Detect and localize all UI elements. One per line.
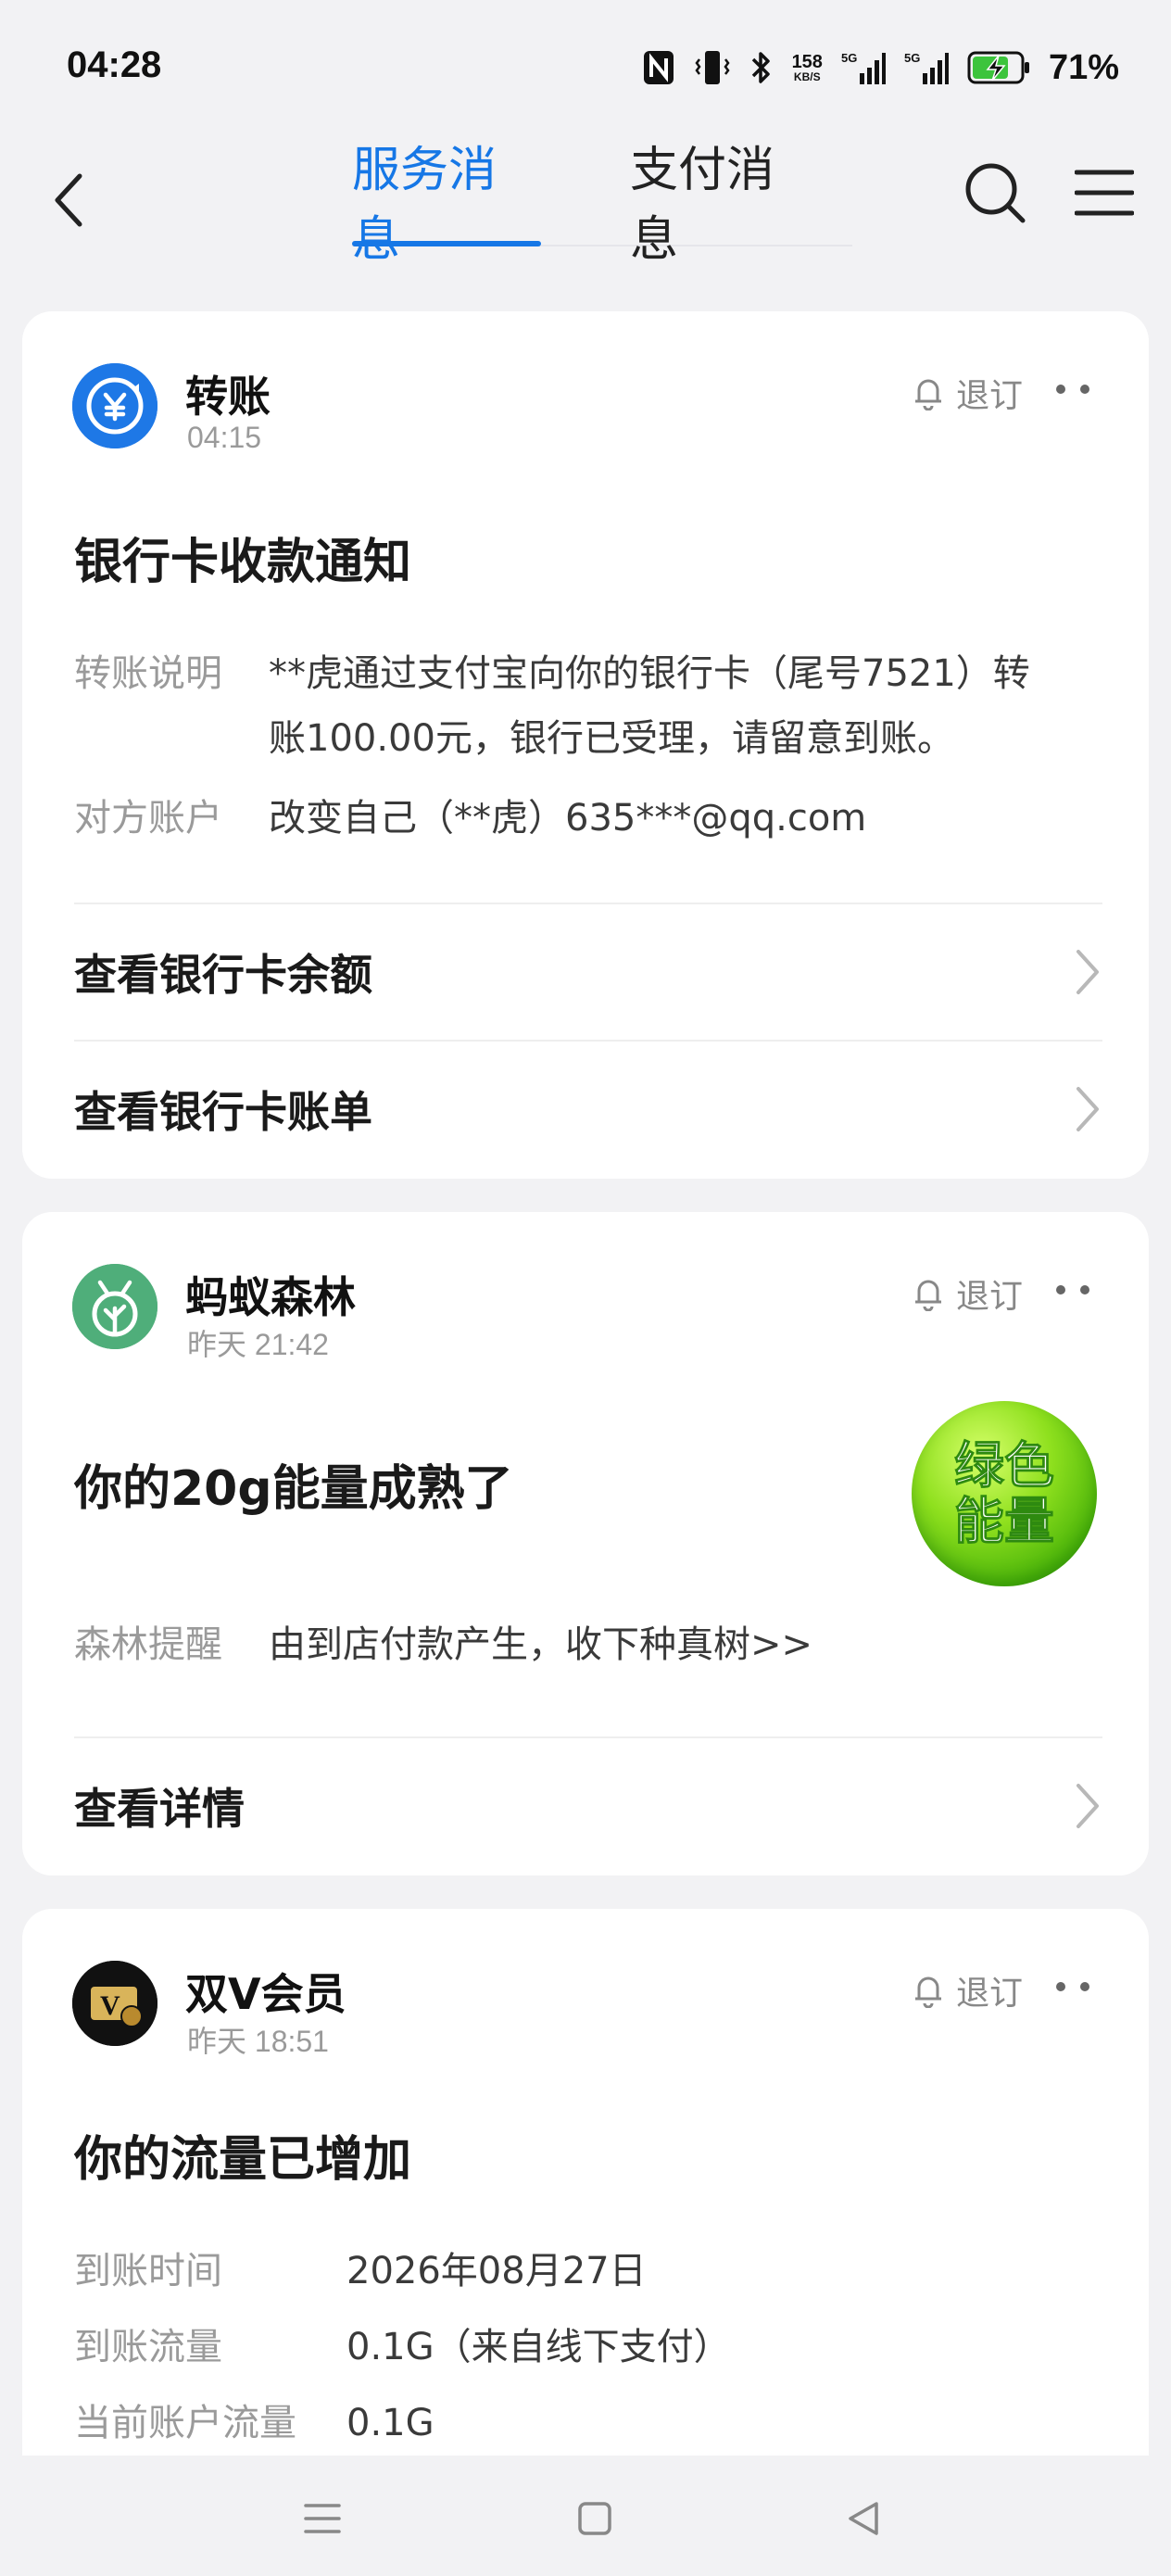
service-name: 双V会员 [185,1969,346,2019]
more-options-icon[interactable] [1045,1281,1101,1299]
message-title: 你的流量已增加 [74,2132,412,2188]
detail-key: 到账时间 [74,2250,222,2292]
detail-value: **虎通过支付宝向你的银行卡（尾号7521）转 账100.00元，银行已受理，请… [269,641,1030,771]
view-card-statement-link[interactable]: 查看银行卡账单 [74,1042,1102,1177]
card-header: V 双V会员 昨天 18:51 退订 [72,1961,1101,2058]
more-options-icon[interactable] [1045,380,1101,398]
unsubscribe-button[interactable]: 退订 [912,1966,1023,2014]
unsubscribe-button[interactable]: 退订 [912,369,1023,417]
detail-value: 0.1G [346,2402,434,2444]
detail-key: 当前账户流量 [74,2402,296,2444]
svg-text:5G: 5G [904,51,920,65]
unsubscribe-label: 退订 [955,1975,1023,2013]
detail-value: 0.1G（来自线下支付） [346,2326,731,2368]
status-icons: 158 KB/S 5G 5G 71% [642,46,1119,89]
message-tabs: 服务消息 支付消息 [352,143,852,268]
menu-button[interactable] [1074,167,1135,219]
chevron-right-icon [1077,1784,1099,1828]
unsubscribe-label: 退订 [955,377,1023,415]
signal-5g-icon: 5G [904,49,949,86]
chevron-right-icon [1077,1087,1099,1131]
detail-key: 森林提醒 [74,1623,222,1666]
svg-text:5G: 5G [841,51,857,65]
search-button[interactable] [962,159,1028,226]
dual-v-avatar-icon: V [72,1961,157,2046]
card-header: 蚂蚁森林 昨天 21:42 退订 [72,1264,1101,1361]
detail-key: 到账流量 [74,2326,222,2368]
dual-v-member-message-card: V 双V会员 昨天 18:51 退订 你的流量已增加 到账时间 2026年08月… [22,1909,1149,2483]
detail-row-counterparty: 对方账户 改变自己（**虎）635***@qq.com [74,786,866,851]
menu-lines-icon [304,2504,341,2533]
message-time: 昨天 21:42 [187,1328,329,1361]
battery-charging-icon [967,50,1030,85]
active-tab-indicator [352,241,541,246]
back-button[interactable] [44,167,93,234]
detail-key: 对方账户 [74,797,222,840]
action-label: 查看详情 [74,1784,245,1834]
recent-apps-button[interactable] [295,2491,350,2546]
status-time: 04:28 [67,44,162,85]
detail-value-line: 账100.00元，银行已受理，请留意到账。 [269,717,954,760]
ant-forest-avatar-icon [72,1264,157,1349]
bell-icon [914,1280,941,1311]
message-title: 银行卡收款通知 [74,535,412,590]
more-options-icon[interactable] [1045,1977,1101,1996]
net-speed: 158 KB/S [792,53,823,82]
back-nav-button[interactable] [836,2491,891,2546]
badge-text: 能量 [954,1492,1055,1550]
detail-row-transfer-note: 转账说明 **虎通过支付宝向你的银行卡（尾号7521）转 账100.00元，银行… [74,641,1030,771]
detail-key: 转账说明 [74,652,222,695]
bell-icon [914,1976,941,2008]
tab-payment-messages[interactable]: 支付消息 [630,143,815,268]
svg-text:V: V [100,1990,120,2021]
green-energy-badge: 绿色 能量 [912,1401,1097,1586]
bluetooth-icon [749,48,774,87]
system-navigation-bar [0,2456,1171,2576]
nfc-icon [642,49,675,86]
bell-icon [914,379,941,410]
chevron-left-icon [55,173,82,227]
battery-percent: 71% [1048,47,1119,87]
transfer-message-card: 转账 04:15 退订 银行卡收款通知 转账说明 **虎通过支付宝向你的银行卡（… [22,311,1149,1179]
unsubscribe-button[interactable]: 退订 [912,1269,1023,1318]
detail-row-current-traffic: 当前账户流量 0.1G [74,2391,434,2456]
unsubscribe-label: 退订 [955,1278,1023,1316]
hamburger-menu-icon [1074,170,1135,216]
back-triangle-icon [849,2502,878,2535]
header: 服务消息 支付消息 [0,139,1171,268]
message-time: 昨天 18:51 [187,2025,329,2058]
detail-value-line: **虎通过支付宝向你的银行卡（尾号7521）转 [269,652,1030,695]
status-bar: 04:28 158 KB/S 5G 5G 71% [0,0,1171,139]
detail-row-arrival-time: 到账时间 2026年08月27日 [74,2239,647,2304]
action-label: 查看银行卡账单 [74,1087,372,1137]
card-header: 转账 04:15 退订 [72,363,1101,456]
detail-value[interactable]: 由到店付款产生，收下种真树>> [269,1612,812,1677]
badge-text: 绿色 [954,1436,1055,1495]
transfer-avatar-icon [72,363,157,448]
action-label: 查看银行卡余额 [74,950,372,1000]
detail-row-arrival-traffic: 到账流量 0.1G（来自线下支付） [74,2315,731,2380]
vibrate-icon [694,48,731,87]
chevron-right-icon [1077,950,1099,994]
net-speed-unit: KB/S [793,70,821,83]
detail-row-forest-reminder: 森林提醒 由到店付款产生，收下种真树>> [74,1612,812,1677]
home-button[interactable] [567,2491,623,2546]
search-icon [965,163,1026,223]
net-speed-value: 158 [791,52,823,72]
message-title: 你的20g能量成熟了 [74,1461,513,1517]
home-square-icon [578,2502,611,2535]
detail-value: 改变自己（**虎）635***@qq.com [269,797,867,840]
view-card-balance-link[interactable]: 查看银行卡余额 [74,904,1102,1040]
view-details-link[interactable]: 查看详情 [74,1738,1102,1874]
ant-forest-message-card: 蚂蚁森林 昨天 21:42 退订 你的20g能量成熟了 绿色 能量 森林提醒 由… [22,1212,1149,1875]
signal-5g-icon: 5G [841,49,886,86]
service-name: 转账 [185,372,271,422]
detail-value: 2026年08月27日 [346,2250,647,2292]
service-name: 蚂蚁森林 [185,1272,356,1322]
message-time: 04:15 [187,421,262,454]
tab-service-messages[interactable]: 服务消息 [352,143,541,268]
